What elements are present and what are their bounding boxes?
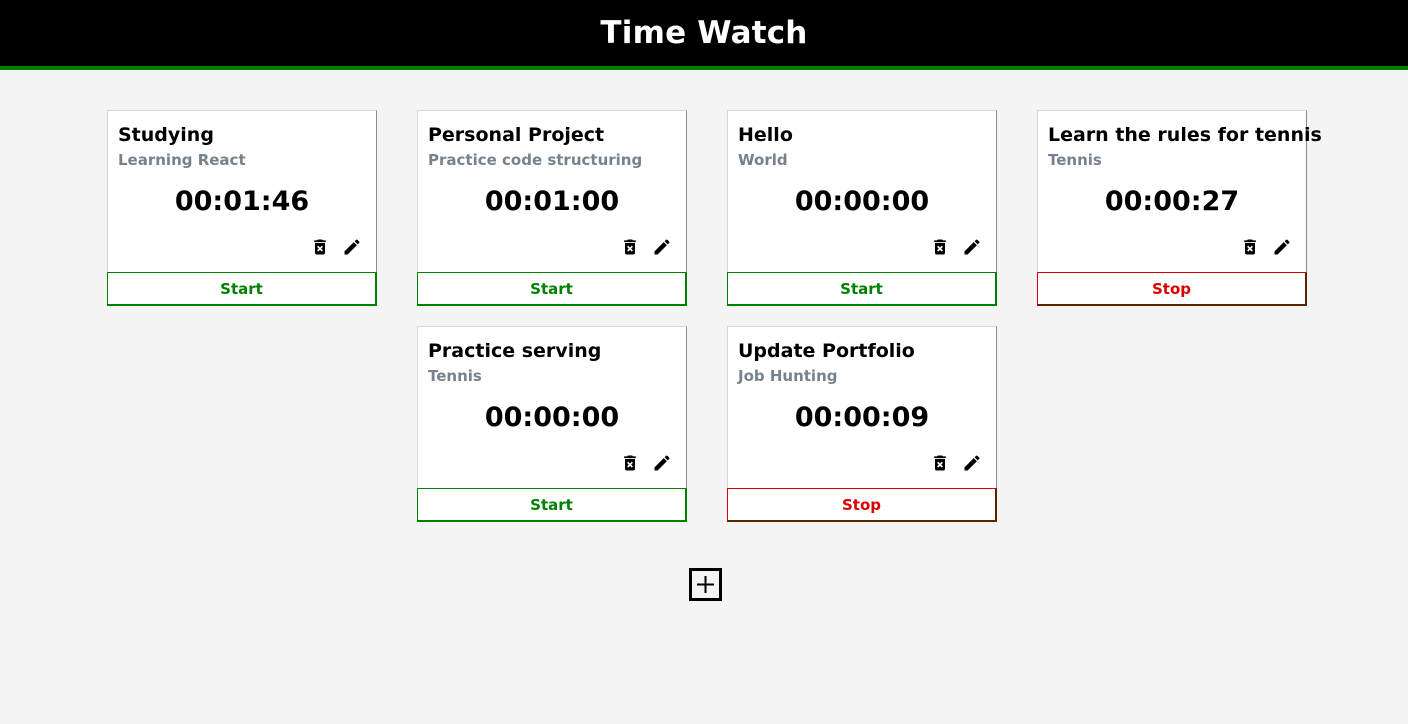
timer-actions bbox=[930, 237, 982, 257]
elapsed-time: 00:01:46 bbox=[174, 186, 310, 217]
timer-list: Studying Learning React 00:01:46 Start P… bbox=[0, 70, 1408, 601]
app-header: Time Watch bbox=[0, 0, 1408, 70]
elapsed-time: 00:00:09 bbox=[794, 402, 930, 433]
start-button[interactable]: Start bbox=[417, 488, 687, 522]
pencil-icon[interactable] bbox=[962, 453, 982, 473]
pencil-icon[interactable] bbox=[1272, 237, 1292, 257]
timer-actions bbox=[310, 237, 362, 257]
timer-card: Hello World 00:00:00 Start bbox=[727, 110, 997, 306]
trash-icon[interactable] bbox=[1240, 237, 1260, 257]
trash-icon[interactable] bbox=[930, 453, 950, 473]
plus-square-icon bbox=[689, 568, 722, 601]
pencil-icon[interactable] bbox=[652, 237, 672, 257]
trash-icon[interactable] bbox=[620, 237, 640, 257]
elapsed-time: 00:00:00 bbox=[794, 186, 930, 217]
trash-icon[interactable] bbox=[620, 453, 640, 473]
elapsed-time: 00:00:27 bbox=[1104, 186, 1240, 217]
timer-card: Update Portfolio Job Hunting 00:00:09 St… bbox=[727, 326, 997, 522]
timer-card: Learn the rules for tennis Tennis 00:00:… bbox=[1037, 110, 1322, 306]
trash-icon[interactable] bbox=[930, 237, 950, 257]
timer-card: Studying Learning React 00:01:46 Start bbox=[107, 110, 377, 306]
elapsed-time: 00:00:00 bbox=[484, 402, 620, 433]
pencil-icon[interactable] bbox=[962, 237, 982, 257]
timer-title: Practice serving bbox=[428, 340, 602, 362]
elapsed-time: 00:01:00 bbox=[484, 186, 620, 217]
add-timer-button[interactable] bbox=[689, 568, 722, 601]
timer-project: Practice code structuring bbox=[428, 151, 643, 169]
start-button[interactable]: Start bbox=[417, 272, 687, 306]
stop-button[interactable]: Stop bbox=[1037, 272, 1307, 306]
timer-actions bbox=[620, 237, 672, 257]
timer-title: Learn the rules for tennis bbox=[1048, 124, 1322, 146]
timer-card: Personal Project Practice code structuri… bbox=[417, 110, 687, 306]
timer-title: Hello bbox=[738, 124, 793, 146]
timer-card: Practice serving Tennis 00:00:00 Start bbox=[417, 326, 687, 522]
timer-title: Update Portfolio bbox=[738, 340, 915, 362]
timer-project: Job Hunting bbox=[738, 367, 838, 385]
start-button[interactable]: Start bbox=[107, 272, 377, 306]
stop-button[interactable]: Stop bbox=[727, 488, 997, 522]
app-title: Time Watch bbox=[600, 15, 808, 51]
timer-project: Tennis bbox=[1048, 151, 1102, 169]
timer-project: Tennis bbox=[428, 367, 482, 385]
timer-actions bbox=[1240, 237, 1292, 257]
trash-icon[interactable] bbox=[310, 237, 330, 257]
pencil-icon[interactable] bbox=[652, 453, 672, 473]
pencil-icon[interactable] bbox=[342, 237, 362, 257]
timer-project: Learning React bbox=[118, 151, 246, 169]
timer-actions bbox=[930, 453, 982, 473]
start-button[interactable]: Start bbox=[727, 272, 997, 306]
timer-project: World bbox=[738, 151, 788, 169]
timer-title: Personal Project bbox=[428, 124, 605, 146]
timer-title: Studying bbox=[118, 124, 214, 146]
timer-actions bbox=[620, 453, 672, 473]
